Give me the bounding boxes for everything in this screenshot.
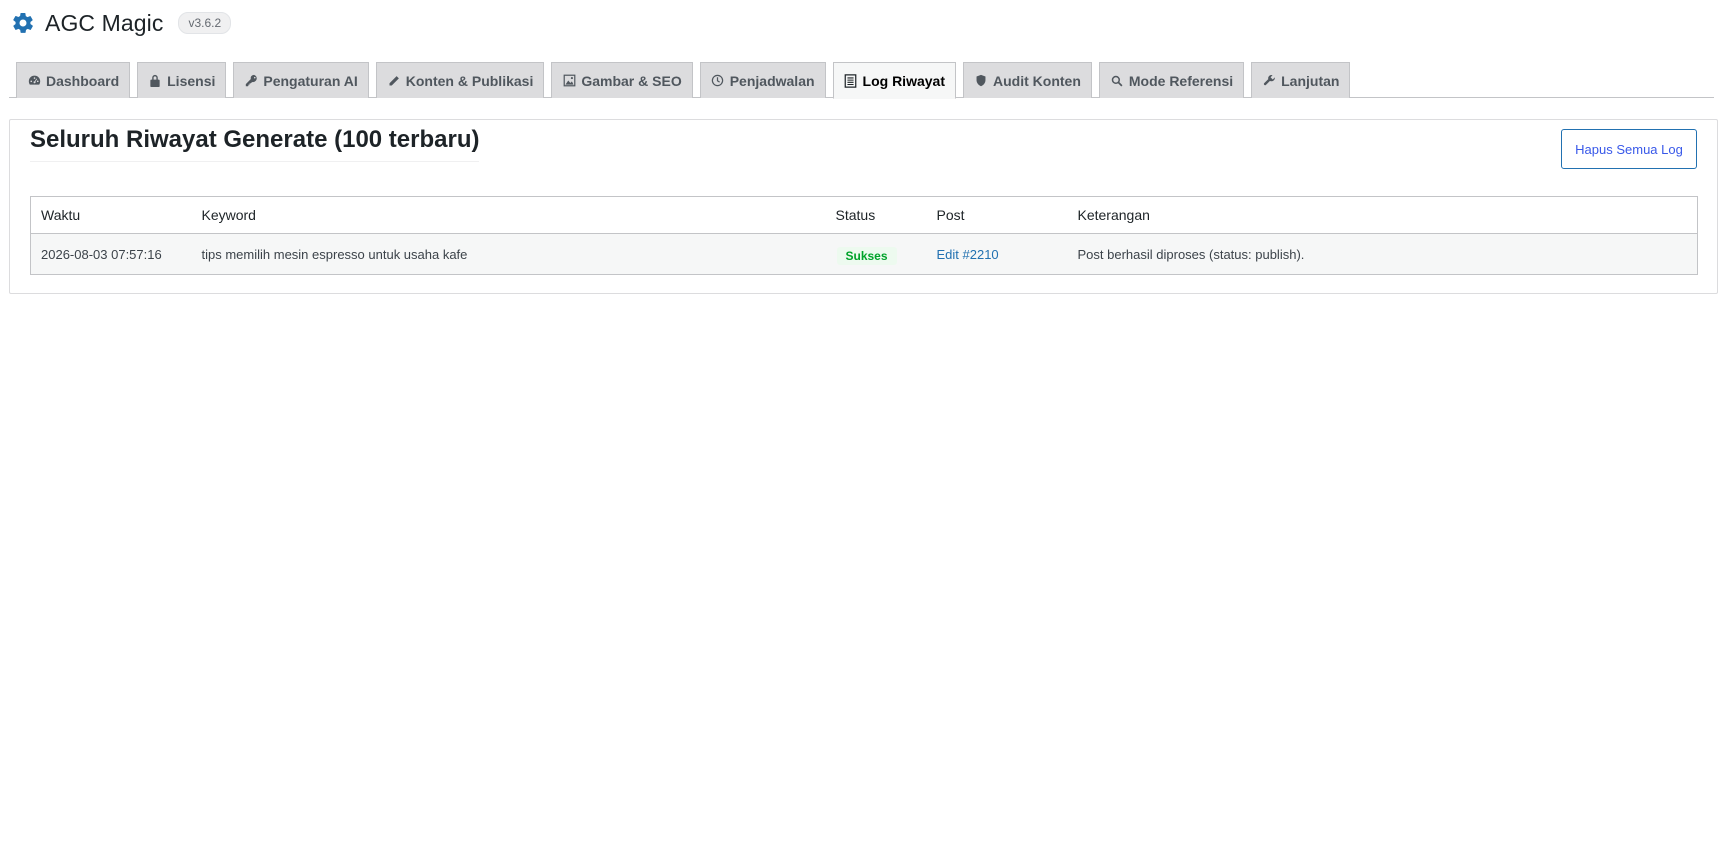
tab-label: Dashboard xyxy=(46,72,120,89)
tab-label: Log Riwayat xyxy=(862,72,945,89)
column-header-time: Waktu xyxy=(30,196,192,234)
tab-label: Audit Konten xyxy=(993,72,1081,89)
tab-label: Gambar & SEO xyxy=(581,72,682,89)
tab-label: Mode Referensi xyxy=(1128,72,1234,89)
tab-konten-publikasi[interactable]: Konten & Publikasi xyxy=(375,62,545,98)
shield-icon xyxy=(974,74,988,88)
tab-log-riwayat[interactable]: Log Riwayat xyxy=(832,62,956,99)
tab-lanjutan[interactable]: Lanjutan xyxy=(1251,62,1351,98)
tab-bar: Dashboard Lisensi Pengaturan AI Konten &… xyxy=(16,62,1357,99)
list-icon xyxy=(844,73,858,88)
edit-post-link[interactable]: Edit #2210 xyxy=(937,247,999,262)
image-icon xyxy=(562,74,576,88)
column-header-post: Post xyxy=(926,196,1068,234)
log-post-cell: Edit #2210 xyxy=(926,233,1068,275)
app-header: AGC Magic v3.6.2 xyxy=(10,8,232,38)
clock-icon xyxy=(711,74,725,88)
tab-dashboard[interactable]: Dashboard xyxy=(16,62,131,98)
column-header-keyword: Keyword xyxy=(191,196,826,234)
gear-icon xyxy=(10,10,36,36)
status-badge: Sukses xyxy=(836,247,897,265)
clear-all-logs-button[interactable]: Hapus Semua Log xyxy=(1561,129,1697,169)
tab-gambar-seo[interactable]: Gambar & SEO xyxy=(551,62,693,98)
column-header-note: Keterangan xyxy=(1067,196,1698,234)
table-row: 2026-08-03 07:57:16 tips memilih mesin e… xyxy=(30,233,1698,275)
pencil-icon xyxy=(387,74,401,88)
tab-penjadwalan[interactable]: Penjadwalan xyxy=(699,62,826,98)
log-status-cell: Sukses xyxy=(825,233,927,275)
log-keyword: tips memilih mesin espresso untuk usaha … xyxy=(191,233,826,275)
dashboard-icon xyxy=(27,74,41,88)
wrench-icon xyxy=(1262,74,1276,88)
log-time: 2026-08-03 07:57:16 xyxy=(30,233,192,275)
panel-title: Seluruh Riwayat Generate (100 terbaru) xyxy=(30,126,480,162)
version-badge: v3.6.2 xyxy=(178,12,232,34)
tab-label: Lisensi xyxy=(167,72,216,89)
tab-label: Konten & Publikasi xyxy=(405,72,534,89)
column-header-status: Status xyxy=(825,196,927,234)
app-title: AGC Magic xyxy=(45,9,164,36)
tab-lisensi[interactable]: Lisensi xyxy=(137,62,227,98)
tab-label: Penjadwalan xyxy=(729,72,815,89)
tab-pengaturan-ai[interactable]: Pengaturan AI xyxy=(233,62,369,98)
search-icon xyxy=(1110,74,1124,88)
log-history-panel: Seluruh Riwayat Generate (100 terbaru) H… xyxy=(9,119,1718,294)
tab-label: Pengaturan AI xyxy=(263,72,358,89)
tab-mode-referensi[interactable]: Mode Referensi xyxy=(1098,62,1245,98)
key-icon xyxy=(244,74,258,88)
log-table: Waktu Keyword Status Post Keterangan 202… xyxy=(30,196,1698,275)
log-note: Post berhasil diproses (status: publish)… xyxy=(1067,233,1698,275)
lock-icon xyxy=(148,74,162,88)
tab-label: Lanjutan xyxy=(1281,72,1340,89)
table-header-row: Waktu Keyword Status Post Keterangan xyxy=(30,196,1698,234)
tab-audit-konten[interactable]: Audit Konten xyxy=(963,62,1092,98)
